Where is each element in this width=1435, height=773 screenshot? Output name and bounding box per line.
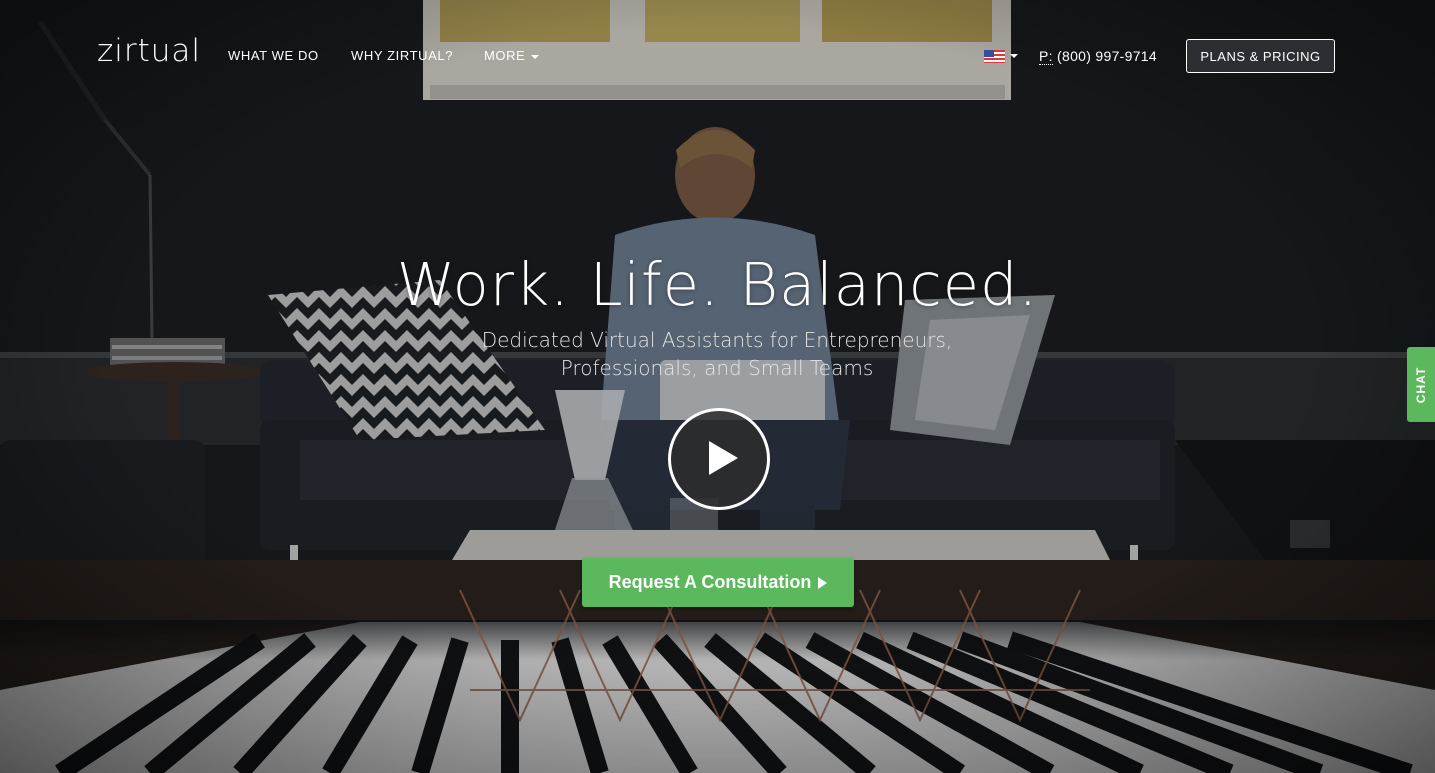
plans-pricing-button[interactable]: PLANS & PRICING — [1186, 39, 1335, 73]
hero-subheadline-line2: Professionals, and Small Teams — [560, 356, 874, 380]
chat-tab[interactable]: CHAT — [1407, 347, 1435, 422]
hero-section: zirtual WHAT WE DO WHY ZIRTUAL? MORE P: … — [0, 0, 1435, 773]
hero-subheadline-line1: Dedicated Virtual Assistants for Entrepr… — [481, 328, 953, 352]
chevron-down-icon — [1010, 54, 1018, 58]
chat-tab-label: CHAT — [1414, 366, 1428, 403]
hero-headline: Work. Life. Balanced. — [396, 250, 1039, 319]
top-navigation: zirtual WHAT WE DO WHY ZIRTUAL? MORE P: … — [0, 0, 1435, 112]
request-consultation-button[interactable]: Request A Consultation — [582, 558, 854, 607]
nav-link-what-we-do[interactable]: WHAT WE DO — [228, 48, 319, 63]
play-video-button[interactable] — [668, 408, 770, 510]
us-flag-icon — [984, 49, 1005, 63]
hero-subheadline: Dedicated Virtual Assistants for Entrepr… — [417, 326, 1017, 382]
nav-link-more-label: MORE — [484, 48, 526, 63]
chevron-down-icon — [531, 54, 540, 59]
phone-number-value: (800) 997-9714 — [1057, 48, 1157, 64]
country-selector[interactable] — [984, 49, 1018, 63]
phone-label: P: — [1039, 48, 1053, 65]
phone-number[interactable]: P: (800) 997-9714 — [1039, 48, 1157, 65]
play-icon — [709, 441, 738, 475]
zirtual-logo[interactable]: zirtual — [97, 33, 201, 69]
nav-link-more[interactable]: MORE — [484, 48, 540, 63]
nav-link-why-zirtual[interactable]: WHY ZIRTUAL? — [351, 48, 453, 63]
request-consultation-label: Request A Consultation — [608, 572, 812, 592]
arrow-right-icon — [818, 576, 828, 589]
hero-background-image — [0, 0, 1435, 773]
